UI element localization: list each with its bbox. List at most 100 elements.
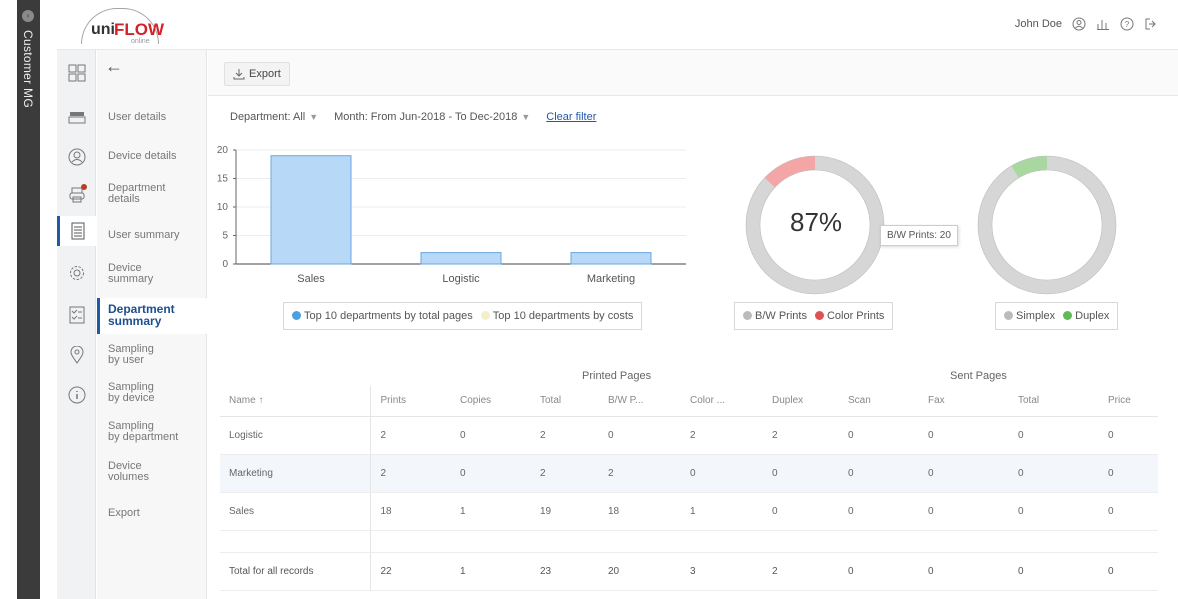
location-icon[interactable] bbox=[57, 340, 96, 370]
table-cell: 19 bbox=[530, 492, 598, 531]
column-header[interactable]: Total bbox=[1008, 386, 1098, 417]
help-icon[interactable]: ? bbox=[1120, 17, 1134, 31]
donut-hole bbox=[991, 169, 1103, 281]
user-circle-icon[interactable] bbox=[57, 142, 96, 172]
department-summary-table: Printed Pages Sent Pages Name ↑ Prints Cop… bbox=[208, 366, 1178, 599]
filter-bar: Department: All ▼ Month: From Jun-2018 - … bbox=[230, 111, 596, 123]
total-cell: 0 bbox=[1098, 551, 1158, 591]
logout-icon[interactable] bbox=[1144, 17, 1158, 31]
table-cell: 0 bbox=[1098, 492, 1158, 531]
column-header[interactable]: Total bbox=[530, 386, 598, 417]
table-cell: 0 bbox=[762, 454, 838, 493]
column-header[interactable]: Scan bbox=[838, 386, 918, 417]
column-header[interactable]: Name ↑ bbox=[220, 386, 371, 417]
legend-total-pages[interactable]: Top 10 departments by total pages bbox=[292, 310, 473, 322]
table-cell: 0 bbox=[918, 454, 1008, 493]
checklist-icon[interactable] bbox=[57, 300, 96, 330]
column-header[interactable]: Fax bbox=[918, 386, 1008, 417]
table-cell: 0 bbox=[918, 492, 1008, 531]
group-sent-pages: Sent Pages bbox=[950, 370, 1007, 382]
bar-chart-legend: Top 10 departments by total pages Top 10… bbox=[283, 302, 643, 330]
total-cell: 2 bbox=[762, 551, 838, 591]
table-cell: 0 bbox=[918, 416, 1008, 455]
nav-department-summary[interactable]: Department summary bbox=[108, 303, 204, 327]
nav-user-summary[interactable]: User summary bbox=[108, 230, 204, 241]
total-cell: 0 bbox=[918, 551, 1008, 591]
table-cell: 0 bbox=[450, 416, 530, 455]
column-header[interactable]: Copies bbox=[450, 386, 530, 417]
nav-device-volumes[interactable]: Device volumes bbox=[108, 461, 204, 483]
month-filter[interactable]: Month: From Jun-2018 - To Dec-2018 ▼ bbox=[334, 111, 530, 123]
total-cell: 23 bbox=[530, 551, 598, 591]
table-cell: 0 bbox=[1008, 492, 1098, 531]
gear-icon[interactable] bbox=[57, 258, 96, 288]
group-printed-pages: Printed Pages bbox=[582, 370, 652, 382]
table-row[interactable]: Logistic 2 0 2 0 2 2 0 0 0 0 bbox=[220, 416, 1158, 455]
column-header[interactable]: B/W P... bbox=[598, 386, 680, 417]
nav-sampling-by-device[interactable]: Sampling by device bbox=[108, 382, 204, 404]
column-header[interactable]: Duplex bbox=[762, 386, 838, 417]
column-header[interactable]: Color ... bbox=[680, 386, 762, 417]
total-cell: 22 bbox=[370, 551, 450, 591]
nav-device-summary[interactable]: Device summary bbox=[108, 263, 204, 285]
table-cell: 1 bbox=[680, 492, 762, 531]
chart-tooltip: B/W Prints: 20 bbox=[880, 225, 958, 246]
y-tick-label: 0 bbox=[222, 259, 228, 270]
column-header[interactable]: Prints bbox=[370, 386, 450, 417]
nav-export[interactable]: Export bbox=[108, 508, 204, 519]
user-circle-icon[interactable] bbox=[1072, 17, 1086, 31]
dashboard-icon[interactable] bbox=[57, 58, 96, 88]
chevron-right-icon[interactable]: › bbox=[22, 10, 34, 22]
bar-logistic bbox=[420, 252, 502, 265]
table-cell: 2 bbox=[370, 454, 450, 493]
x-tick-label: Logistic bbox=[442, 273, 480, 285]
nav-sampling-by-department[interactable]: Sampling by department bbox=[108, 421, 204, 443]
chart-icon[interactable] bbox=[1096, 17, 1110, 31]
export-label: Export bbox=[249, 68, 281, 80]
nav-department-details[interactable]: Department details bbox=[108, 183, 204, 205]
bar-sales bbox=[270, 155, 352, 265]
nav-device-details[interactable]: Device details bbox=[108, 151, 204, 162]
info-icon[interactable] bbox=[57, 380, 96, 410]
x-tick-label: Sales bbox=[297, 273, 325, 285]
nav-sampling-by-user[interactable]: Sampling by user bbox=[108, 344, 204, 366]
clear-filter-link[interactable]: Clear filter bbox=[546, 111, 596, 123]
printer-icon[interactable] bbox=[57, 180, 96, 210]
x-tick-label: Marketing bbox=[587, 273, 635, 285]
legend-simplex[interactable]: Simplex bbox=[1004, 310, 1055, 322]
total-cell: 0 bbox=[1008, 551, 1098, 591]
icon-rail bbox=[57, 50, 96, 599]
legend-costs[interactable]: Top 10 departments by costs bbox=[480, 310, 633, 322]
legend-duplex[interactable]: Duplex bbox=[1063, 310, 1109, 322]
legend-color-prints[interactable]: Color Prints bbox=[814, 310, 884, 322]
column-header[interactable]: Price bbox=[1098, 386, 1158, 417]
table-row[interactable]: Sales 18 1 19 18 1 0 0 0 0 0 bbox=[220, 492, 1158, 531]
y-tick-label: 5 bbox=[222, 231, 228, 242]
department-filter[interactable]: Department: All ▼ bbox=[230, 111, 318, 123]
total-row: Total for all records 22 1 23 20 3 2 0 0 0 0 bbox=[220, 551, 1158, 591]
legend-bw-prints[interactable]: B/W Prints bbox=[743, 310, 807, 322]
donut-center-label: 87% bbox=[790, 207, 843, 237]
total-cell: 0 bbox=[838, 551, 918, 591]
table-row[interactable]: Marketing 2 0 2 2 0 0 0 0 0 0 bbox=[220, 454, 1158, 493]
table-cell: 0 bbox=[838, 416, 918, 455]
table-cell: 0 bbox=[1098, 454, 1158, 493]
table-cell: 2 bbox=[370, 416, 450, 455]
y-tick-label: 20 bbox=[217, 145, 229, 156]
uniflow-logo[interactable]: uni FLOW online bbox=[81, 4, 164, 46]
total-cell: Total for all records bbox=[220, 551, 371, 591]
nav-user-details[interactable]: User details bbox=[108, 112, 204, 123]
table-cell: 0 bbox=[1098, 416, 1158, 455]
simplex-duplex-donut bbox=[977, 155, 1117, 295]
document-icon[interactable] bbox=[57, 216, 96, 246]
user-name[interactable]: John Doe bbox=[1015, 18, 1062, 30]
table-cell: 0 bbox=[1008, 454, 1098, 493]
back-arrow-icon[interactable]: ← bbox=[105, 56, 123, 77]
printer-tray-icon[interactable] bbox=[57, 102, 96, 132]
customer-strip[interactable]: › Customer MG bbox=[17, 0, 40, 599]
user-area: John Doe ? bbox=[1015, 17, 1158, 31]
customer-label: Customer MG bbox=[21, 30, 35, 108]
table-cell: 0 bbox=[680, 454, 762, 493]
app-header: uni FLOW online John Doe ? bbox=[57, 0, 1178, 50]
export-button[interactable]: Export bbox=[224, 62, 290, 86]
